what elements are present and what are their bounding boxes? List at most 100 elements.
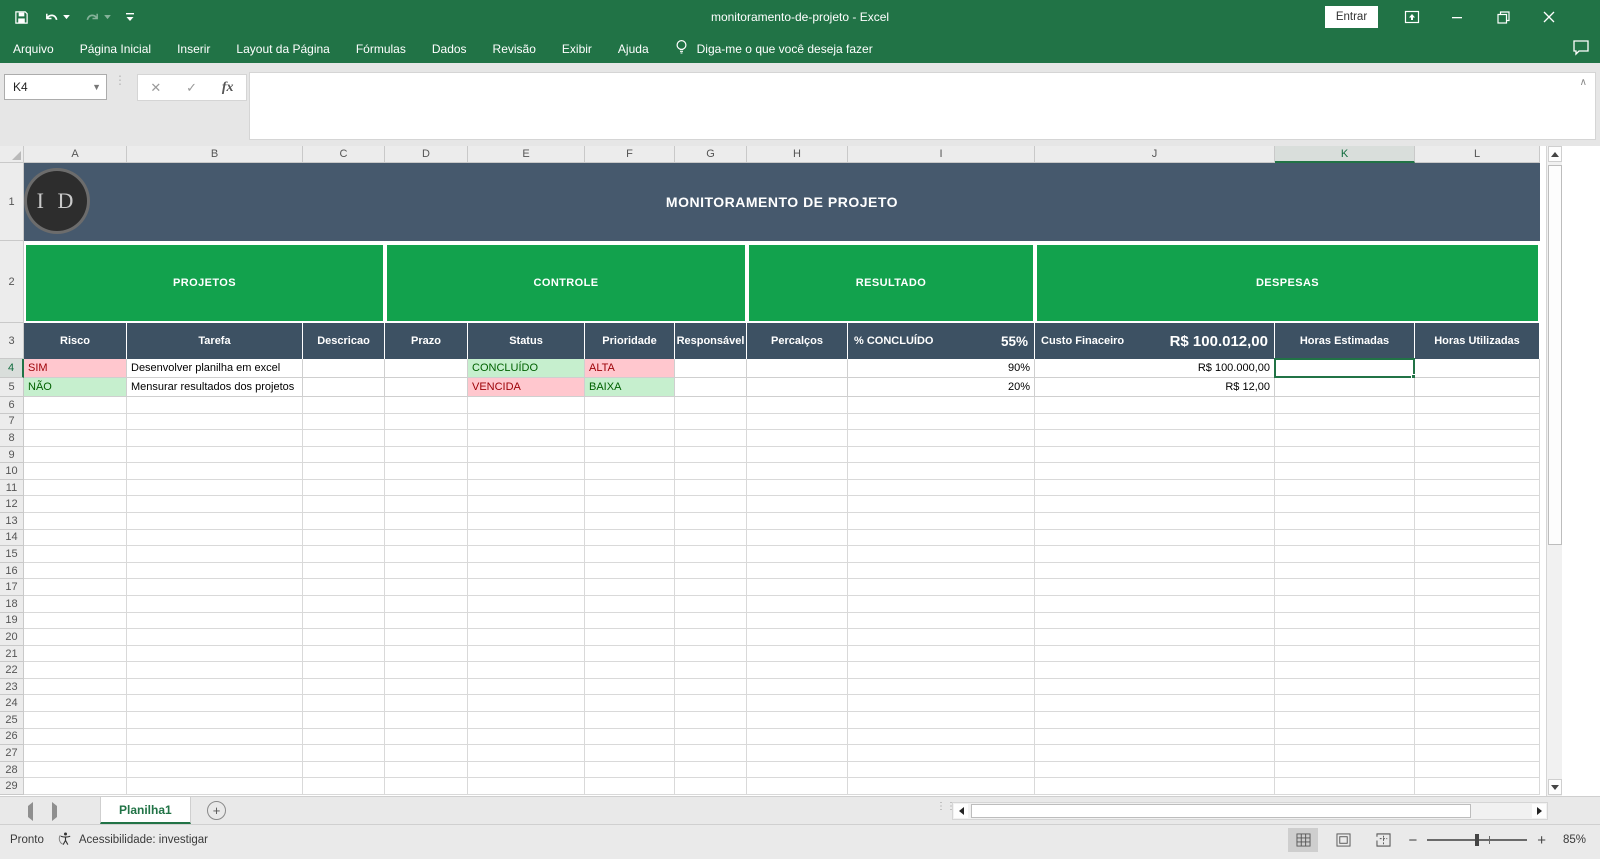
accessibility-status[interactable]: Acessibilidade: investigar [58,831,208,849]
collapse-formula-bar-icon[interactable]: ∧ [1580,77,1587,88]
row-header-19[interactable]: 19 [0,612,24,630]
zoom-in-icon[interactable]: + [1537,832,1546,849]
customize-qat-icon[interactable] [125,12,135,22]
cell-C5[interactable] [303,378,385,397]
scroll-right-icon[interactable] [1532,804,1546,818]
tab-formulas[interactable]: Fórmulas [343,34,419,63]
cell-D4[interactable] [385,359,468,378]
select-all-corner[interactable] [0,146,24,163]
row-header-2[interactable]: 2 [0,241,24,323]
cell-H4[interactable] [747,359,848,378]
vertical-scroll-thumb[interactable] [1548,165,1562,545]
column-header-J[interactable]: J [1035,146,1275,163]
cell-L4[interactable] [1415,359,1540,378]
row-header-20[interactable]: 20 [0,629,24,646]
cells-canvas[interactable]: MONITORAMENTO DE PROJETO I D PROJETOS CON… [24,163,1540,796]
new-sheet-icon[interactable]: + [207,801,226,820]
row-header-24[interactable]: 24 [0,695,24,713]
comment-icon[interactable] [1572,39,1590,61]
cell-J5[interactable]: R$ 12,00 [1035,378,1275,397]
tab-layout-da-pagina[interactable]: Layout da Página [223,34,342,63]
row-header-14[interactable]: 14 [0,529,24,547]
column-header-H[interactable]: H [747,146,848,163]
column-header-C[interactable]: C [303,146,385,163]
name-box-dropdown-icon[interactable]: ▼ [92,82,101,92]
tab-pagina-inicial[interactable]: Página Inicial [67,34,164,63]
column-header-D[interactable]: D [385,146,468,163]
vertical-scrollbar[interactable] [1546,146,1562,796]
insert-function-icon[interactable]: fx [222,80,234,96]
zoom-out-icon[interactable]: − [1408,832,1417,849]
zoom-slider-thumb[interactable] [1475,834,1480,846]
row-header-23[interactable]: 23 [0,678,24,696]
save-icon[interactable] [14,10,29,25]
cell-A5[interactable]: NÃO [24,378,127,397]
tab-exibir[interactable]: Exibir [549,34,605,63]
row-header-15[interactable]: 15 [0,546,24,563]
column-header-A[interactable]: A [24,146,127,163]
row-header-9[interactable]: 9 [0,446,24,464]
row-header-10[interactable]: 10 [0,463,24,480]
row-header-16[interactable]: 16 [0,562,24,580]
row-header-6[interactable]: 6 [0,397,24,414]
cell-H5[interactable] [747,378,848,397]
restore-icon[interactable] [1486,0,1520,34]
undo-icon[interactable] [43,10,70,25]
column-header-I[interactable]: I [848,146,1035,163]
row-header-29[interactable]: 29 [0,778,24,795]
normal-view-icon[interactable] [1288,828,1319,852]
column-header-B[interactable]: B [127,146,303,163]
sheet-tab-planilha1[interactable]: Planilha1 [100,797,191,824]
name-box[interactable]: K4 ▼ [4,74,107,100]
cell-F5[interactable]: BAIXA [585,378,675,397]
page-layout-view-icon[interactable] [1328,828,1358,852]
row-header-4[interactable]: 4 [0,359,24,378]
column-header-F[interactable]: F [585,146,675,163]
cell-G4[interactable] [675,359,747,378]
tab-arquivo[interactable]: Arquivo [0,34,67,63]
row-header-18[interactable]: 18 [0,595,24,613]
ribbon-display-options-icon[interactable] [1395,0,1429,34]
tab-dados[interactable]: Dados [419,34,480,63]
tab-inserir[interactable]: Inserir [164,34,223,63]
cell-B4[interactable]: Desenvolver planilha em excel [127,359,303,378]
row-header-7[interactable]: 7 [0,413,24,431]
scroll-left-icon[interactable] [954,804,968,818]
row-header-5[interactable]: 5 [0,378,24,397]
tell-me-box[interactable]: Diga-me o que você deseja fazer [674,39,873,59]
row-header-26[interactable]: 26 [0,728,24,746]
cell-I5[interactable]: 20% [848,378,1035,397]
cell-A4[interactable]: SIM [24,359,127,378]
prev-sheet-icon[interactable] [28,802,33,821]
column-header-E[interactable]: E [468,146,585,163]
cell-E5[interactable]: VENCIDA [468,378,585,397]
cell-L5[interactable] [1415,378,1540,397]
row-header-21[interactable]: 21 [0,645,24,663]
row-header-12[interactable]: 12 [0,496,24,514]
minimize-icon[interactable] [1440,0,1474,34]
cell-K5[interactable] [1275,378,1415,397]
row-header-11[interactable]: 11 [0,479,24,497]
horizontal-scrollbar[interactable] [952,802,1548,820]
scroll-down-icon[interactable] [1548,779,1562,795]
column-header-G[interactable]: G [675,146,747,163]
cell-G5[interactable] [675,378,747,397]
cell-E4[interactable]: CONCLUÍDO [468,359,585,378]
cell-C4[interactable] [303,359,385,378]
scroll-up-icon[interactable] [1548,146,1562,162]
row-header-8[interactable]: 8 [0,430,24,447]
row-header-28[interactable]: 28 [0,761,24,779]
next-sheet-icon[interactable] [52,802,57,821]
zoom-slider[interactable] [1427,834,1528,846]
row-header-13[interactable]: 13 [0,513,24,530]
cell-B5[interactable]: Mensurar resultados dos projetos [127,378,303,397]
cell-I4[interactable]: 90% [848,359,1035,378]
tab-revisao[interactable]: Revisão [480,34,549,63]
row-header-25[interactable]: 25 [0,712,24,729]
cell-D5[interactable] [385,378,468,397]
tab-ajuda[interactable]: Ajuda [605,34,662,63]
row-header-1[interactable]: 1 [0,163,24,241]
row-header-22[interactable]: 22 [0,662,24,679]
column-header-K[interactable]: K [1275,146,1415,163]
sign-in-button[interactable]: Entrar [1325,6,1378,28]
